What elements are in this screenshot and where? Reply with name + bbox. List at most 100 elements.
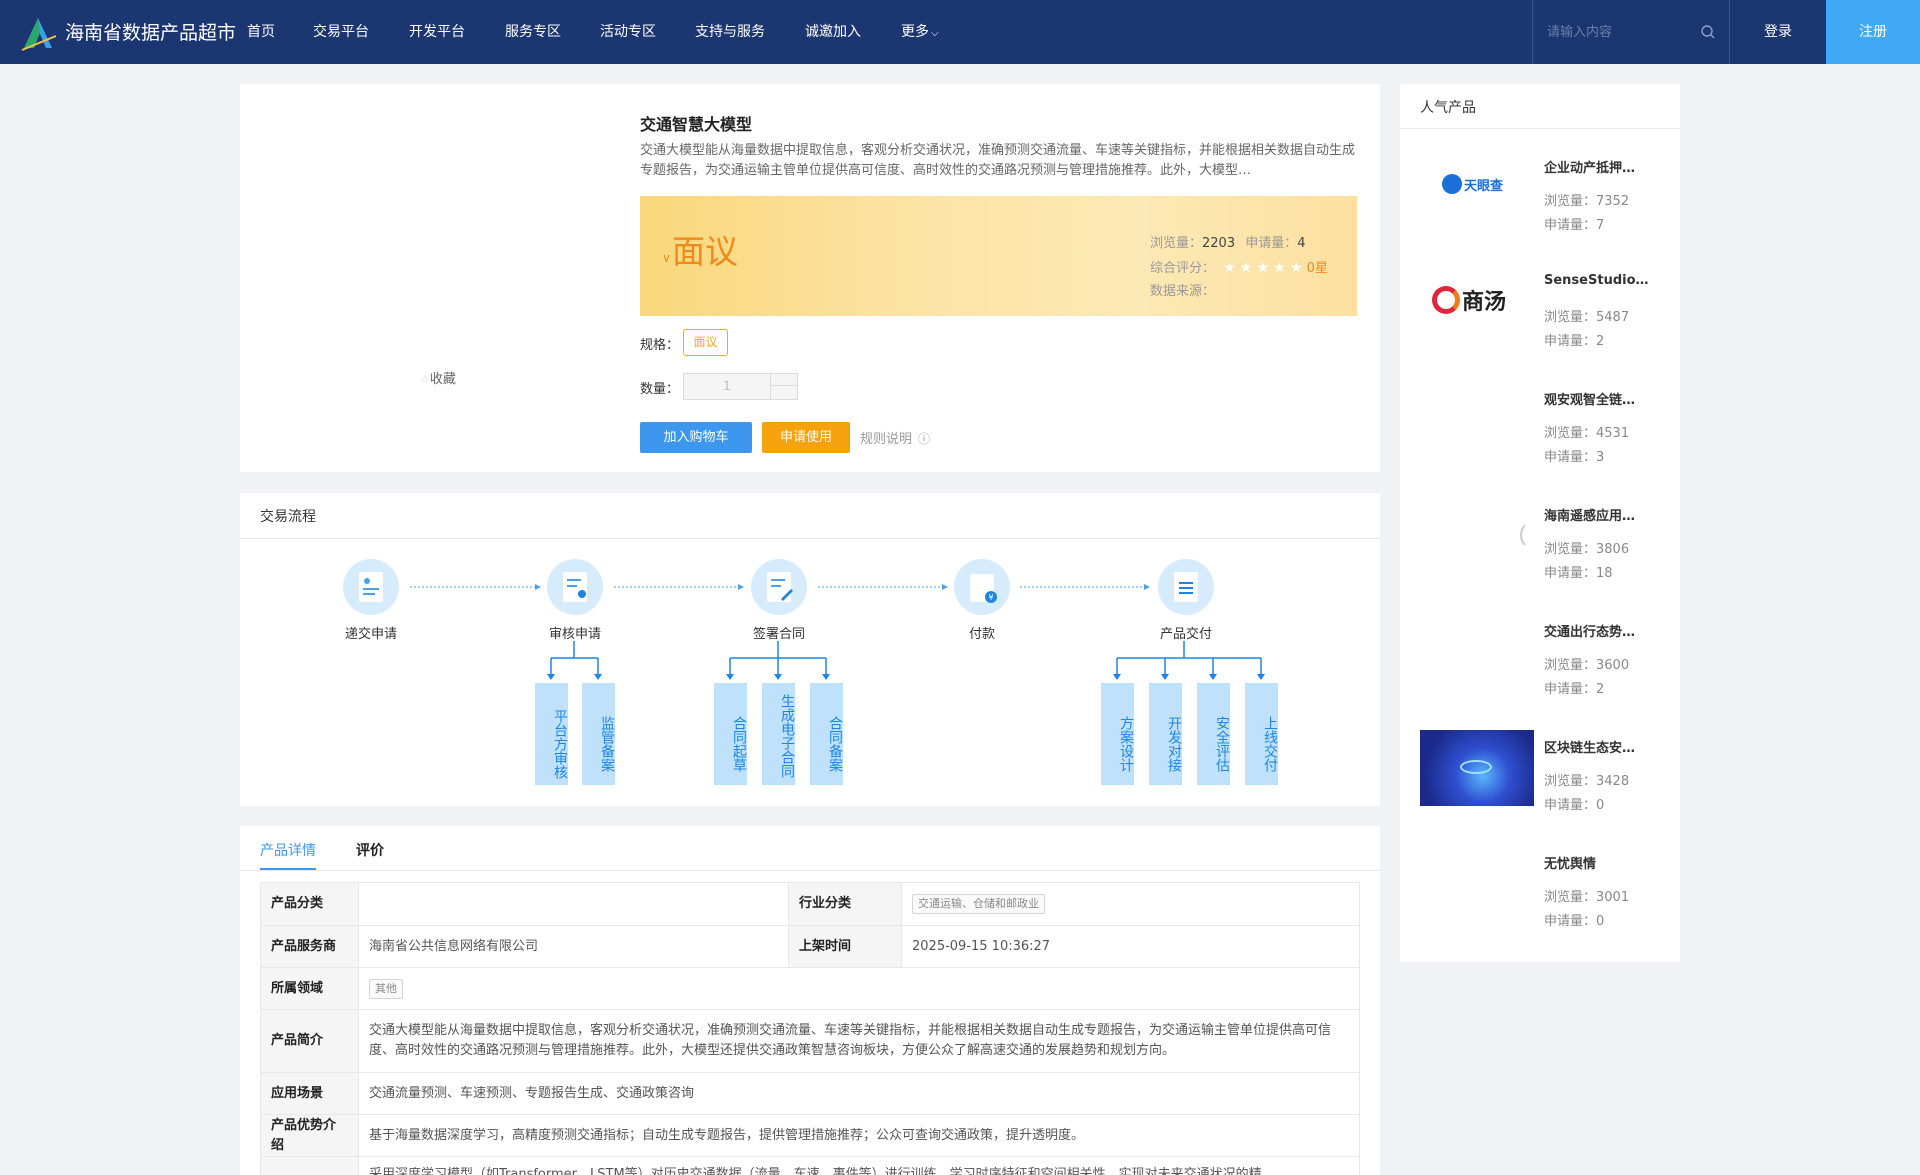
spec-option[interactable]: 面议 xyxy=(683,329,728,356)
nav-more[interactable]: 更多 ⌵ xyxy=(901,22,939,44)
views-label: 浏览量： xyxy=(1544,310,1597,325)
nav-activity-zone[interactable]: 活动专区 xyxy=(600,22,656,42)
hot-item-views: 浏览量：4531 xyxy=(1544,422,1629,441)
login-button[interactable]: 登录 xyxy=(1730,0,1826,64)
table-row: 产品服务商 海南省公共信息网络有限公司 上架时间 2025-09-15 10:3… xyxy=(260,925,1360,968)
divider xyxy=(240,870,1380,871)
applies-label: 申请量： xyxy=(1544,682,1597,697)
hot-item-name[interactable]: 交通出行态势… xyxy=(1544,621,1635,640)
hot-item-applies: 申请量：7 xyxy=(1544,214,1604,233)
category-label: 产品分类 xyxy=(260,882,359,926)
favorite-button[interactable]: ☆收藏 xyxy=(420,368,456,387)
provider-label: 产品服务商 xyxy=(260,925,359,968)
hot-item-name[interactable]: SenseStudio… xyxy=(1544,273,1649,288)
listed-time-value: 2025-09-15 10:36:27 xyxy=(901,925,1360,968)
tab-product-detail[interactable]: 产品详情 xyxy=(260,840,316,860)
flow-step-review: 审核申请 xyxy=(548,627,602,642)
domain-cell: 其他 xyxy=(358,967,1360,1010)
nav-home[interactable]: 首页 xyxy=(247,22,275,42)
quantity-decrease[interactable] xyxy=(770,386,798,399)
product-stats: 浏览量：2203 申请量：4 xyxy=(1150,235,1306,253)
add-to-cart-button[interactable]: 加入购物车 xyxy=(640,422,752,453)
extra-label xyxy=(260,1156,359,1175)
industry-cell: 交通运输、仓储和邮政业 xyxy=(901,882,1360,926)
table-row: 产品简介 交通大模型能从海量数据中提取信息，客观分析交通状况，准确预测交通流量、… xyxy=(260,1009,1360,1073)
views-value: 3600 xyxy=(1596,658,1630,673)
industry-label: 行业分类 xyxy=(788,882,902,926)
applies-value: 18 xyxy=(1596,566,1613,581)
hot-item-thumb[interactable] xyxy=(1420,498,1534,574)
site-title[interactable]: 海南省数据产品超市 xyxy=(65,20,236,46)
hot-item-name[interactable]: 区块链生态安… xyxy=(1544,737,1635,756)
hot-item-thumb[interactable]: 天眼查 xyxy=(1420,150,1534,226)
listed-time-label: 上架时间 xyxy=(788,925,902,968)
hot-item-applies: 申请量：2 xyxy=(1544,678,1604,697)
hot-item-applies: 申请量：0 xyxy=(1544,910,1604,929)
scene-label: 应用场景 xyxy=(260,1072,359,1115)
hot-item-thumb[interactable] xyxy=(1420,730,1534,806)
applies-label: 申请量： xyxy=(1544,566,1597,581)
logo-text: 天眼查 xyxy=(1464,178,1504,194)
hot-item-thumb[interactable] xyxy=(1420,846,1534,922)
views-label: 浏览量： xyxy=(1150,236,1203,251)
nav-support[interactable]: 支持与服务 xyxy=(695,22,765,42)
flow-submit-icon xyxy=(343,559,399,615)
hot-item-name[interactable]: 海南遥感应用… xyxy=(1544,505,1635,524)
domain-tag: 其他 xyxy=(369,978,403,999)
hot-item-thumb[interactable] xyxy=(1420,614,1534,690)
register-button[interactable]: 注册 xyxy=(1826,0,1920,64)
table-row: 应用场景 交通流量预测、车速预测、专题报告生成、交通政策咨询 xyxy=(260,1072,1360,1115)
hot-item-name[interactable]: 无忧舆情 xyxy=(1544,853,1596,872)
rating-text: 0星 xyxy=(1306,261,1328,276)
advantage-value: 基于海量数据深度学习，高精度预测交通指标；自动生成专题报告，提供管理措施推荐；公… xyxy=(358,1114,1360,1157)
quantity-stepper[interactable]: 1 xyxy=(683,373,798,400)
hot-item-views: 浏览量：3600 xyxy=(1544,654,1629,673)
applies-value: 0 xyxy=(1596,798,1605,813)
substep-platform-review: 平台方审核 xyxy=(535,683,568,785)
applies-label: 申请量： xyxy=(1544,798,1597,813)
search-icon[interactable] xyxy=(1700,24,1716,40)
site-logo-icon[interactable] xyxy=(20,14,58,52)
intro-value: 交通大模型能从海量数据中提取信息，客观分析交通状况，准确预测交通流量、车速等关键… xyxy=(358,1009,1360,1073)
intro-label: 产品简介 xyxy=(260,1009,359,1073)
domain-label: 所属领域 xyxy=(260,967,359,1010)
hot-item-thumb[interactable] xyxy=(1420,382,1534,458)
search-input[interactable] xyxy=(1547,20,1697,44)
nav-dev-platform[interactable]: 开发平台 xyxy=(409,22,465,42)
flow-title: 交易流程 xyxy=(260,509,316,525)
hot-item-applies: 申请量：3 xyxy=(1544,446,1604,465)
applies-label: 申请量： xyxy=(1544,914,1597,929)
views-label: 浏览量： xyxy=(1544,658,1597,673)
applies-value: 0 xyxy=(1596,914,1605,929)
hot-item-name[interactable]: 企业动产抵押… xyxy=(1544,157,1635,176)
hot-item-views: 浏览量：7352 xyxy=(1544,190,1629,209)
category-value xyxy=(358,882,789,926)
rules-link[interactable]: 规则说明 ⓘ xyxy=(860,428,930,447)
hot-item-name[interactable]: 观安观智全链… xyxy=(1544,389,1635,408)
hot-item-thumb[interactable]: 商汤 xyxy=(1420,266,1534,342)
tianyancha-logo: 天眼查 xyxy=(1442,174,1503,194)
logo-circle-icon xyxy=(1442,174,1462,194)
table-row: 采用深度学习模型（如Transformer、LSTM等）对历史交通数据（流量、车… xyxy=(260,1156,1360,1175)
nav-trading-platform[interactable]: 交易平台 xyxy=(313,22,369,42)
provider-value: 海南省公共信息网络有限公司 xyxy=(358,925,789,968)
views-value: 3001 xyxy=(1596,890,1630,905)
quantity-increase[interactable] xyxy=(770,374,798,386)
blockchain-glow-icon xyxy=(1460,760,1492,774)
applies-value: 4 xyxy=(1297,236,1306,251)
apply-use-button[interactable]: 申请使用 xyxy=(762,422,850,453)
hot-item-views: 浏览量：3806 xyxy=(1544,538,1629,557)
divider xyxy=(1400,128,1680,129)
nav-join[interactable]: 诚邀加入 xyxy=(805,22,861,42)
nav-service-zone[interactable]: 服务专区 xyxy=(505,22,561,42)
flow-step-payment: 付款 xyxy=(968,627,996,642)
tab-review[interactable]: 评价 xyxy=(356,840,384,860)
hot-item-applies: 申请量：18 xyxy=(1544,562,1613,581)
star-icon: ☆ xyxy=(420,373,430,386)
table-row: 产品优势介绍 基于海量数据深度学习，高精度预测交通指标；自动生成专题报告，提供管… xyxy=(260,1114,1360,1157)
product-info-table: 产品分类 行业分类 交通运输、仓储和邮政业 产品服务商 海南省公共信息网络有限公… xyxy=(260,882,1360,1175)
views-label: 浏览量： xyxy=(1544,890,1597,905)
views-label: 浏览量： xyxy=(1544,774,1597,789)
quantity-value: 1 xyxy=(723,379,731,393)
substep-supervision-filing: 监管备案 xyxy=(582,683,615,785)
